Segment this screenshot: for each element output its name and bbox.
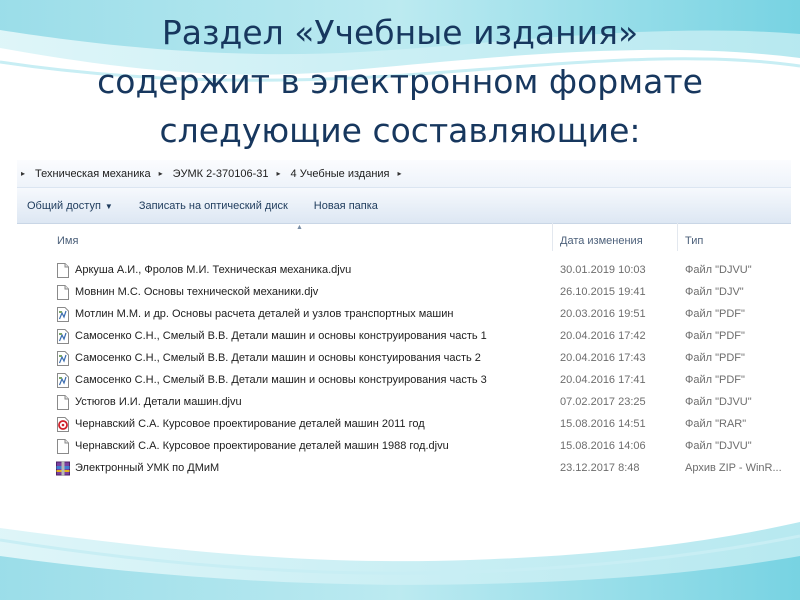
file-row[interactable]: Устюгов И.И. Детали машин.djvu 07.02.201… — [17, 392, 791, 414]
sort-ascending-icon: ▲ — [296, 224, 303, 231]
file-name: Чернавский С.А. Курсовое проектирование … — [75, 440, 449, 452]
file-type: Файл "RAR" — [685, 418, 747, 430]
breadcrumb-chevron-icon[interactable]: ▸ — [157, 169, 165, 178]
file-date: 30.01.2019 10:03 — [560, 264, 646, 276]
breadcrumb-chevron-icon[interactable]: ▸ — [396, 169, 404, 178]
file-type: Файл "DJV" — [685, 286, 744, 298]
file-row[interactable]: Электронный УМК по ДМиМ 23.12.2017 8:48 … — [17, 458, 791, 480]
file-icon — [57, 285, 69, 300]
file-type: Файл "DJVU" — [685, 264, 752, 276]
file-date: 20.04.2016 17:43 — [560, 352, 646, 364]
burn-disc-button[interactable]: Записать на оптический диск — [129, 200, 304, 212]
slide-title-line-1: Раздел «Учебные издания» — [161, 13, 639, 52]
column-headers: Имя Дата изменения Тип — [17, 223, 791, 251]
pdf-icon — [57, 307, 69, 322]
pdf-icon — [57, 373, 69, 388]
file-name: Мотлин М.М. и др. Основы расчета деталей… — [75, 308, 454, 320]
file-icon — [57, 439, 69, 454]
file-row[interactable]: Чернавский С.А. Курсовое проектирование … — [17, 436, 791, 458]
file-icon — [57, 395, 69, 410]
file-row[interactable]: Мотлин М.М. и др. Основы расчета деталей… — [17, 304, 791, 326]
file-name: Чернавский С.А. Курсовое проектирование … — [75, 418, 425, 430]
slide-title-line-3: следующие составляющие: — [159, 111, 641, 150]
file-row[interactable]: Чернавский С.А. Курсовое проектирование … — [17, 414, 791, 436]
file-type: Файл "PDF" — [685, 330, 745, 342]
command-toolbar: Общий доступ ▼ Записать на оптический дис… — [17, 187, 791, 224]
column-header-name[interactable]: Имя — [57, 235, 78, 247]
file-name: Самосенко С.Н., Смелый В.В. Детали машин… — [75, 352, 481, 364]
column-divider[interactable] — [552, 223, 553, 251]
file-date: 15.08.2016 14:51 — [560, 418, 646, 430]
file-type: Архив ZIP - WinR... — [685, 462, 782, 474]
file-row[interactable]: Аркуша А.И., Фролов М.И. Техническая мех… — [17, 260, 791, 282]
slide-title: Раздел «Учебные издания» содержит в элек… — [20, 8, 780, 155]
chevron-down-icon: ▼ — [104, 201, 113, 211]
pdf-icon — [57, 329, 69, 344]
column-header-date[interactable]: Дата изменения — [560, 235, 643, 247]
file-name: Аркуша А.И., Фролов М.И. Техническая мех… — [75, 264, 352, 276]
file-name: Самосенко С.Н., Смелый В.В. Детали машин… — [75, 330, 487, 342]
file-date: 20.03.2016 19:51 — [560, 308, 646, 320]
file-name: Самосенко С.Н., Смелый В.В. Детали машин… — [75, 374, 487, 386]
file-date: 20.04.2016 17:42 — [560, 330, 646, 342]
column-header-type[interactable]: Тип — [685, 235, 703, 247]
file-row[interactable]: Самосенко С.Н., Смелый В.В. Детали машин… — [17, 348, 791, 370]
column-divider[interactable] — [677, 223, 678, 251]
file-type: Файл "DJVU" — [685, 440, 752, 452]
new-folder-button[interactable]: Новая папка — [304, 200, 394, 212]
file-date: 20.04.2016 17:41 — [560, 374, 646, 386]
address-bar[interactable]: ▸ Техническая механика ▸ ЭУМК 2-370106-3… — [17, 160, 791, 187]
file-date: 15.08.2016 14:06 — [560, 440, 646, 452]
breadcrumb-item-eumk[interactable]: ЭУМК 2-370106-31 — [165, 168, 275, 180]
zip-archive-icon — [56, 461, 70, 476]
breadcrumb-item-study-editions[interactable]: 4 Учебные издания — [283, 168, 396, 180]
pdf-icon — [57, 351, 69, 366]
breadcrumb-chevron-icon: ▸ — [21, 169, 26, 178]
file-type: Файл "PDF" — [685, 374, 745, 386]
share-button[interactable]: Общий доступ ▼ — [17, 200, 129, 212]
breadcrumb-item-technical-mechanics[interactable]: Техническая механика — [27, 168, 157, 180]
share-button-label: Общий доступ — [27, 199, 101, 212]
file-row[interactable]: Самосенко С.Н., Смелый В.В. Детали машин… — [17, 370, 791, 392]
file-date: 26.10.2015 19:41 — [560, 286, 646, 298]
file-date: 23.12.2017 8:48 — [560, 462, 640, 474]
file-icon — [57, 263, 69, 278]
file-explorer-window: ▸ Техническая механика ▸ ЭУМК 2-370106-3… — [17, 160, 791, 495]
rar-icon — [57, 417, 69, 432]
file-row[interactable]: Мовнин М.С. Основы технической механики.… — [17, 282, 791, 304]
slide-title-line-2: содержит в электронном формате — [97, 62, 703, 101]
file-type: Файл "PDF" — [685, 308, 745, 320]
file-name: Мовнин М.С. Основы технической механики.… — [75, 286, 319, 298]
file-date: 07.02.2017 23:25 — [560, 396, 646, 408]
file-name: Электронный УМК по ДМиМ — [75, 462, 220, 474]
file-type: Файл "PDF" — [685, 352, 745, 364]
file-type: Файл "DJVU" — [685, 396, 752, 408]
breadcrumb-chevron-icon[interactable]: ▸ — [275, 169, 283, 178]
file-name: Устюгов И.И. Детали машин.djvu — [75, 396, 242, 408]
file-row[interactable]: Самосенко С.Н., Смелый В.В. Детали машин… — [17, 326, 791, 348]
